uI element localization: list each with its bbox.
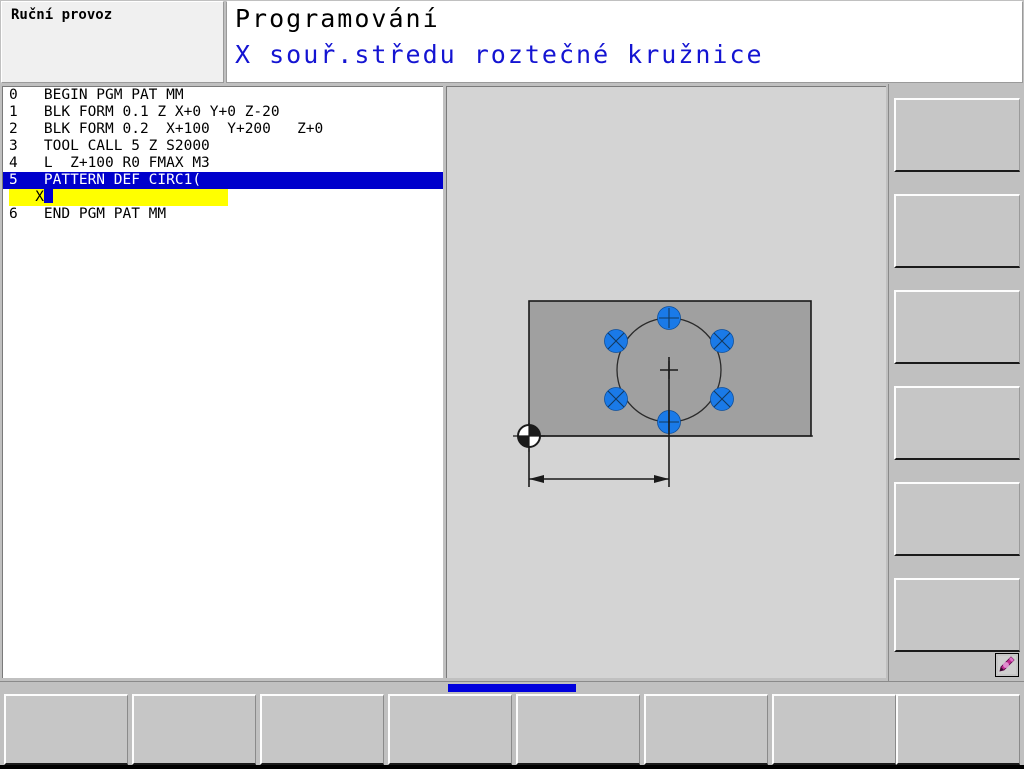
x-coordinate-value (53, 189, 228, 205)
right-softkey-1[interactable] (894, 98, 1020, 172)
bottom-softkey-7[interactable] (772, 694, 896, 765)
text-cursor (43, 189, 53, 203)
program-line[interactable]: 2 BLK FORM 0.2 X+100 Y+200 Z+0 (3, 121, 443, 138)
help-graphic-panel (446, 86, 886, 678)
parameter-input-row[interactable]: X (3, 189, 443, 206)
operating-mode-label: Ruční provoz (11, 7, 113, 23)
bottom-softkey-2[interactable] (132, 694, 256, 765)
vertical-softkey-column (888, 84, 1024, 681)
page-title: Programování (235, 4, 440, 33)
right-softkey-2[interactable] (894, 194, 1020, 268)
program-line[interactable]: 6 END PGM PAT MM (3, 206, 443, 223)
screen-bottom-edge (0, 765, 1024, 769)
program-line[interactable]: 4 L Z+100 R0 FMAX M3 (3, 155, 443, 172)
bottom-softkey-6[interactable] (644, 694, 768, 765)
program-line[interactable]: 0 BEGIN PGM PAT MM (3, 87, 443, 104)
bottom-softkey-5[interactable] (516, 694, 640, 765)
program-line[interactable]: 3 TOOL CALL 5 Z S2000 (3, 138, 443, 155)
bottom-softkey-3[interactable] (260, 694, 384, 765)
bottom-softkey-8[interactable] (896, 694, 1020, 765)
right-softkey-3[interactable] (894, 290, 1020, 364)
x-coordinate-field[interactable]: X (9, 189, 228, 206)
program-line-selected[interactable]: 5 PATTERN DEF CIRC1( (3, 172, 443, 189)
x-coordinate-label: X (9, 189, 44, 205)
right-softkey-4[interactable] (894, 386, 1020, 460)
cnc-control-screen: Ruční provoz Programování X souř.středu … (0, 0, 1024, 769)
header-bar: Ruční provoz Programování X souř.středu … (0, 0, 1024, 84)
program-line[interactable]: 1 BLK FORM 0.1 Z X+0 Y+0 Z-20 (3, 104, 443, 121)
title-box: Programování X souř.středu roztečné kruž… (226, 1, 1023, 83)
bolt-hole-circle-diagram (513, 300, 813, 487)
page-subtitle: X souř.středu roztečné kružnice (235, 40, 764, 69)
horizontal-softkey-row (0, 681, 1024, 769)
program-listing-panel[interactable]: 0 BEGIN PGM PAT MM 1 BLK FORM 0.1 Z X+0 … (2, 86, 443, 678)
x-dimension (529, 475, 669, 483)
bottom-softkey-1[interactable] (4, 694, 128, 765)
right-softkey-5[interactable] (894, 482, 1020, 556)
edit-pencil-icon (998, 656, 1016, 674)
main-area: 0 BEGIN PGM PAT MM 1 BLK FORM 0.1 Z X+0 … (0, 84, 1024, 681)
status-icon-slot[interactable] (995, 653, 1019, 677)
softkey-page-indicator (448, 684, 576, 692)
right-softkey-6[interactable] (894, 578, 1020, 652)
operating-mode-box: Ruční provoz (1, 1, 224, 83)
bottom-softkey-4[interactable] (388, 694, 512, 765)
